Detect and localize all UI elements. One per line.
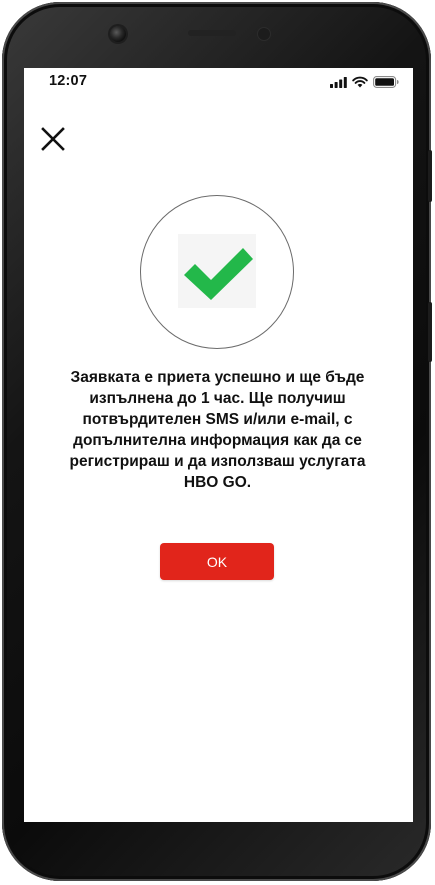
status-time: 12:07 [49, 73, 88, 89]
wifi-icon [352, 76, 368, 88]
status-bar: 12:07 [24, 68, 413, 98]
volume-button [428, 150, 432, 202]
checkmark-icon [184, 248, 253, 300]
app-screen: 12:07 Заявката е приета успешно и ще бъд… [24, 68, 413, 822]
battery-icon [373, 76, 399, 88]
signal-icon [330, 76, 347, 88]
close-icon [41, 127, 65, 151]
close-button[interactable] [38, 124, 68, 154]
front-camera [110, 26, 126, 42]
success-icon-container [178, 234, 256, 308]
ok-button[interactable]: OK [160, 543, 274, 580]
power-button [428, 302, 432, 362]
earpiece-speaker [188, 30, 236, 36]
proximity-sensor [258, 28, 270, 40]
success-message: Заявката е приета успешно и ще бъде изпъ… [69, 369, 366, 491]
phone-frame: 12:07 Заявката е приета успешно и ще бъд… [2, 2, 432, 881]
status-icons [330, 76, 399, 88]
